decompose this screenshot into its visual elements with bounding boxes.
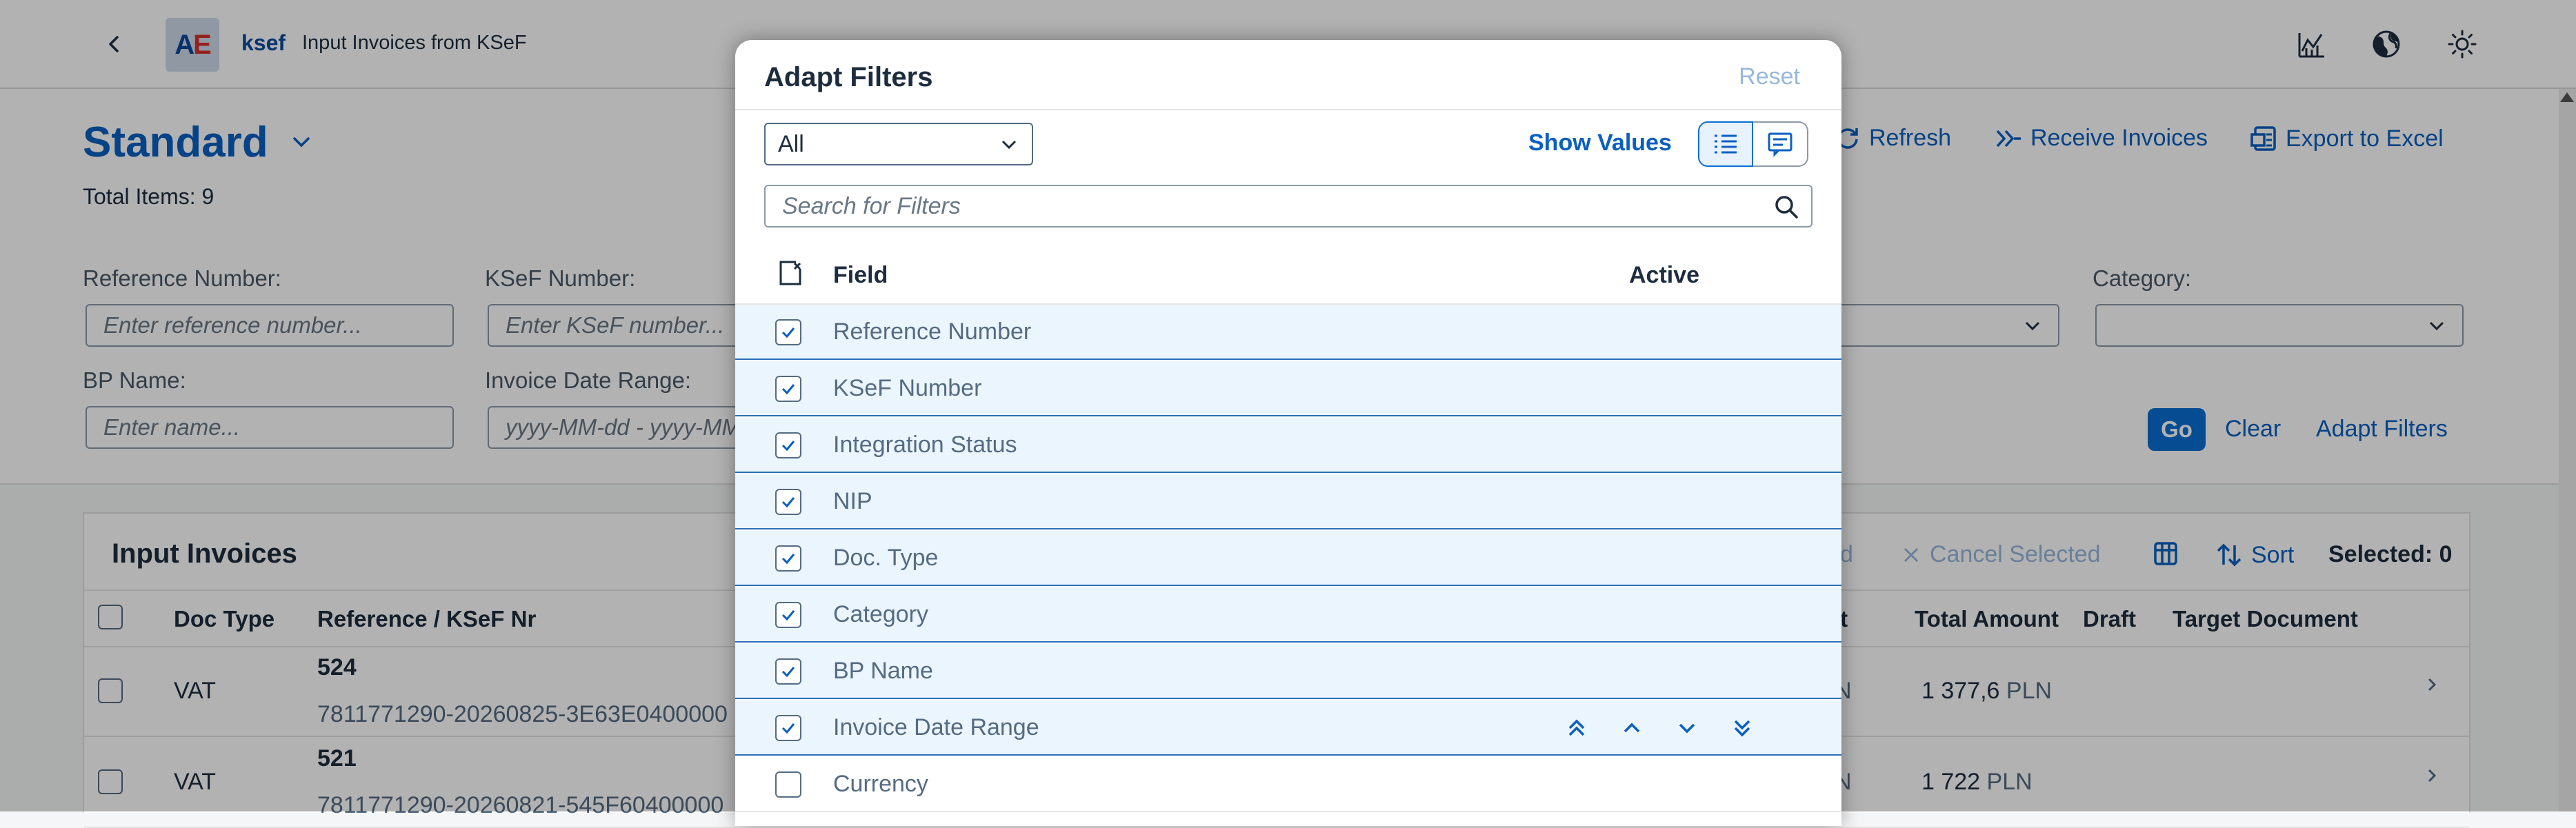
move-up-icon[interactable] xyxy=(1615,711,1648,745)
group-view-icon xyxy=(1768,132,1793,157)
search-filters-input[interactable]: Search for Filters xyxy=(764,185,1813,228)
reset-button[interactable]: Reset xyxy=(1739,63,1800,90)
field-label: NIP xyxy=(833,488,872,514)
field-label: Category xyxy=(833,601,928,627)
checkmark-icon xyxy=(781,554,795,565)
filter-field-row[interactable]: Category xyxy=(735,587,1841,643)
checkmark-icon xyxy=(781,610,795,621)
field-label: Currency xyxy=(833,771,928,797)
move-down-icon[interactable] xyxy=(1670,711,1704,745)
field-checkbox[interactable] xyxy=(775,715,801,741)
active-column-header: Active xyxy=(1629,262,1700,288)
filter-field-row[interactable]: Reference Number xyxy=(735,305,1841,360)
field-label: Invoice Date Range xyxy=(833,714,1039,740)
filter-field-row[interactable]: Currency xyxy=(735,757,1841,812)
field-label: Integration Status xyxy=(833,432,1017,458)
field-checkbox[interactable] xyxy=(775,658,801,685)
dialog-list-header: Field Active xyxy=(735,247,1841,305)
field-label: Reference Number xyxy=(833,319,1032,345)
search-icon[interactable] xyxy=(1773,193,1800,221)
chevron-down-icon xyxy=(1001,140,1017,150)
checkmark-icon xyxy=(781,723,795,734)
dialog-title: Adapt Filters xyxy=(764,62,933,92)
list-view-toggle[interactable] xyxy=(1698,121,1753,167)
select-all-toggle-icon[interactable] xyxy=(777,259,804,290)
move-to-top-icon[interactable] xyxy=(1560,711,1593,745)
group-view-toggle[interactable] xyxy=(1753,121,1808,167)
adapt-filters-dialog: Adapt Filters Reset All Show Values Sear… xyxy=(735,40,1841,826)
checkmark-icon xyxy=(781,384,795,395)
checkmark-icon xyxy=(781,441,795,452)
field-label: KSeF Number xyxy=(833,375,982,401)
field-checkbox[interactable] xyxy=(775,771,801,798)
list-icon xyxy=(1715,134,1737,154)
move-to-bottom-icon[interactable] xyxy=(1726,711,1759,745)
field-label: Doc. Type xyxy=(833,545,939,571)
field-checkbox[interactable] xyxy=(775,545,801,572)
field-checkbox[interactable] xyxy=(775,376,801,402)
filter-field-row[interactable]: NIP xyxy=(735,474,1841,529)
field-checkbox[interactable] xyxy=(775,319,801,345)
field-label: BP Name xyxy=(833,658,933,684)
checkmark-icon xyxy=(781,667,795,678)
field-checkbox[interactable] xyxy=(775,489,801,515)
show-values-button[interactable]: Show Values xyxy=(1528,130,1672,156)
filter-field-row[interactable]: KSeF Number xyxy=(735,361,1841,416)
dialog-divider xyxy=(735,109,1841,110)
checkmark-icon xyxy=(781,327,795,339)
filter-group-select[interactable]: All xyxy=(764,123,1033,165)
filter-field-row[interactable]: Doc. Type xyxy=(735,531,1841,586)
filter-field-row[interactable]: Invoice Date Range xyxy=(735,700,1841,756)
field-checkbox[interactable] xyxy=(775,432,801,458)
filter-field-row[interactable]: BP Name xyxy=(735,644,1841,699)
field-column-header: Field xyxy=(833,262,888,288)
filter-field-row[interactable]: Integration Status xyxy=(735,418,1841,473)
checkmark-icon xyxy=(781,497,795,508)
field-checkbox[interactable] xyxy=(775,602,801,628)
